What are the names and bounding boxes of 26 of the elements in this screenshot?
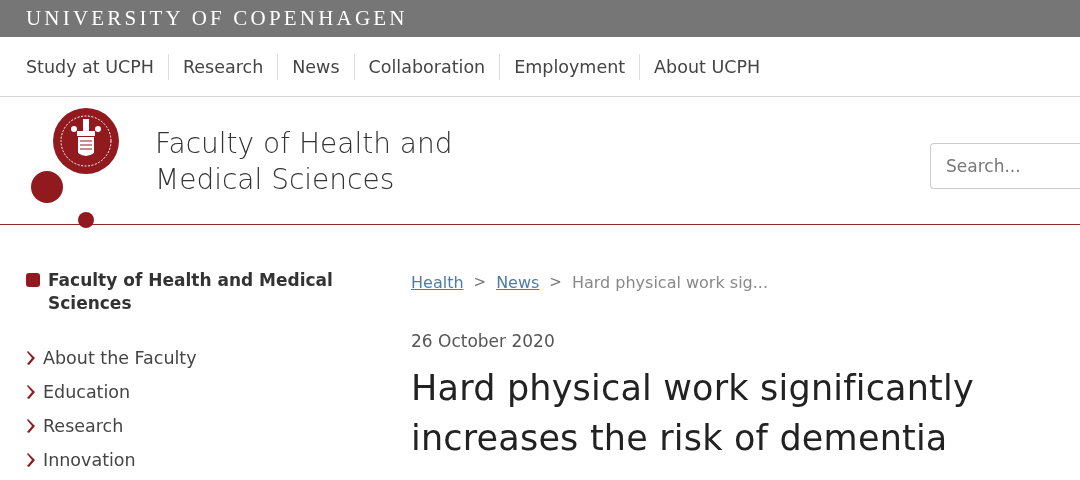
nav-link[interactable]: Research: [168, 53, 278, 80]
breadcrumb-link[interactable]: News: [496, 272, 540, 292]
chevron-icon: [26, 452, 37, 468]
sidebar-item[interactable]: About the Faculty: [26, 341, 411, 375]
breadcrumb-current: Hard physical work sig...: [571, 272, 768, 292]
nav-link[interactable]: About UCPH: [639, 53, 775, 80]
article-headline: Hard physical work significantly increases the risk of dementia: [411, 367, 975, 460]
nav-link[interactable]: Employment: [499, 53, 640, 80]
chevron-icon: [26, 418, 37, 434]
sidebar-item[interactable]: Research: [26, 409, 411, 443]
nav-link[interactable]: News: [277, 53, 354, 80]
breadcrumb-separator: >: [473, 273, 487, 291]
article-date: 26 October 2020: [411, 331, 556, 351]
university-title: UNIVERSITY OF COPENHAGEN: [26, 6, 408, 31]
breadcrumb-link[interactable]: Health: [411, 272, 464, 292]
faculty-title: Faculty of Health and Medical Sciences: [155, 126, 453, 198]
chevron-icon: [26, 350, 37, 366]
nav-link[interactable]: Collaboration: [353, 53, 500, 80]
sidebar-item[interactable]: Education: [26, 375, 411, 409]
search-field[interactable]: Search...: [930, 143, 1080, 189]
breadcrumb-separator: >: [549, 273, 562, 291]
chevron-icon: [26, 384, 37, 400]
sidebar-title[interactable]: Faculty of Health and Medical Sciences: [48, 269, 368, 315]
nav-link[interactable]: Study at UCPH: [26, 53, 168, 80]
sidebar-item[interactable]: Innovation: [26, 443, 411, 477]
square-bullet-icon: [26, 273, 40, 287]
